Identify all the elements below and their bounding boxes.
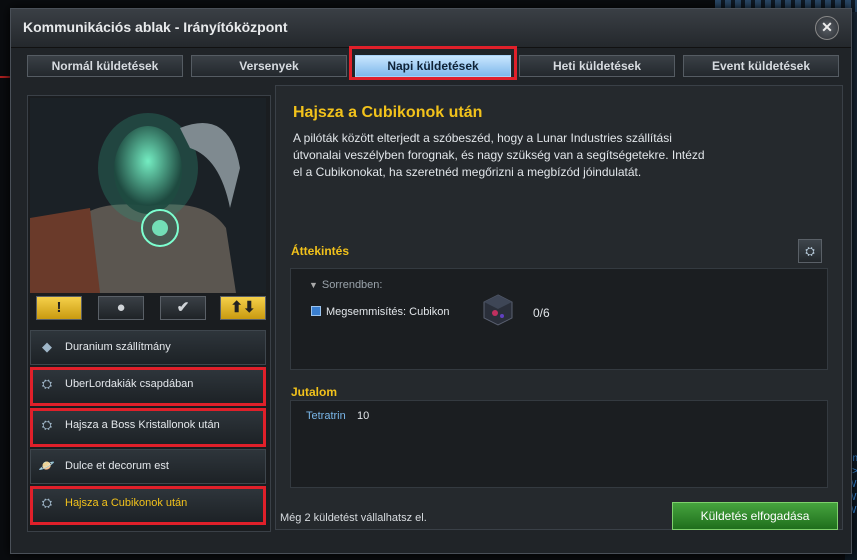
objective-item: Megsemmisítés: Cubikon — [311, 306, 450, 318]
reward-heading: Jutalom — [291, 385, 338, 399]
list-item-selected[interactable]: ⛭ Hajsza a Cubikonok után — [30, 486, 266, 525]
mission-description: A pilóták között elterjedt a szóbeszéd, … — [293, 131, 705, 179]
close-icon: ✕ — [821, 19, 833, 35]
npc-portrait — [30, 98, 266, 293]
accept-mission-button[interactable]: Küldetés elfogadása — [672, 502, 838, 530]
document-icon[interactable]: ⛭ — [798, 239, 822, 263]
list-item[interactable]: ◆ Duranium szállítmány — [30, 330, 266, 365]
reward-name: Tetratrin — [306, 410, 346, 422]
mission-detail-panel: Hajsza a Cubikonok után A pilóták között… — [275, 85, 843, 530]
checkmark-icon[interactable]: ✔ — [160, 296, 206, 320]
order-label: ▼ Sorrendben: — [309, 279, 383, 291]
tab-weekly-missions[interactable]: Heti küldetések — [519, 55, 675, 77]
ufo-icon: ⛭ — [41, 417, 53, 432]
tab-normal-missions[interactable]: Normál küldetések — [27, 55, 183, 77]
communication-window: Kommunikációs ablak - Irányítóközpont ✕ … — [10, 8, 852, 554]
ufo-icon: ⛭ — [41, 495, 53, 510]
window-titlebar[interactable]: Kommunikációs ablak - Irányítóközpont ✕ — [11, 9, 851, 48]
remaining-missions-note: Még 2 küldetést vállalhatsz el. — [280, 512, 427, 524]
diamond-icon: ◆ — [42, 339, 52, 354]
list-item[interactable]: ⛭ UberLordakiák csapdában — [30, 367, 266, 406]
mission-list-panel: ! ● ✔ ⬆⬇ ◆ Duranium szállítmány ⛭ UberLo… — [27, 95, 271, 532]
ufo-icon: ⛭ — [41, 376, 53, 391]
overview-box: ▼ Sorrendben: Megsemmisítés: Cubikon 0/6 — [290, 268, 828, 370]
lock-icon[interactable]: ● — [98, 296, 144, 320]
tab-event-missions[interactable]: Event küldetések — [683, 55, 839, 77]
reward-value: 10 — [357, 410, 370, 422]
tab-highlight-frame — [349, 46, 517, 80]
sort-arrows-icon[interactable]: ⬆⬇ — [220, 296, 266, 320]
objective-progress: 0/6 — [533, 306, 550, 320]
game-background-line — [0, 76, 10, 78]
cubikon-icon — [481, 293, 515, 327]
mission-list: ◆ Duranium szállítmány ⛭ UberLordakiák c… — [30, 330, 266, 527]
objective-bullet-icon — [311, 306, 321, 316]
planet-icon: 🪐 — [38, 458, 56, 473]
mission-status-filter: ! ● ✔ ⬆⬇ — [36, 296, 266, 320]
close-button[interactable]: ✕ — [815, 16, 839, 40]
reward-box: Tetratrin 10 — [290, 400, 828, 488]
list-item[interactable]: ⛭ Hajsza a Boss Kristallonok után — [30, 408, 266, 447]
alert-icon[interactable]: ! — [36, 296, 82, 320]
mission-title: Hajsza a Cubikonok után — [293, 104, 483, 121]
overview-heading: Áttekintés — [291, 244, 350, 258]
tab-competitions[interactable]: Versenyek — [191, 55, 347, 77]
list-item[interactable]: 🪐 Dulce et decorum est — [30, 449, 266, 484]
triangle-icon: ▼ — [309, 280, 318, 290]
window-title: Kommunikációs ablak - Irányítóközpont — [23, 19, 288, 35]
